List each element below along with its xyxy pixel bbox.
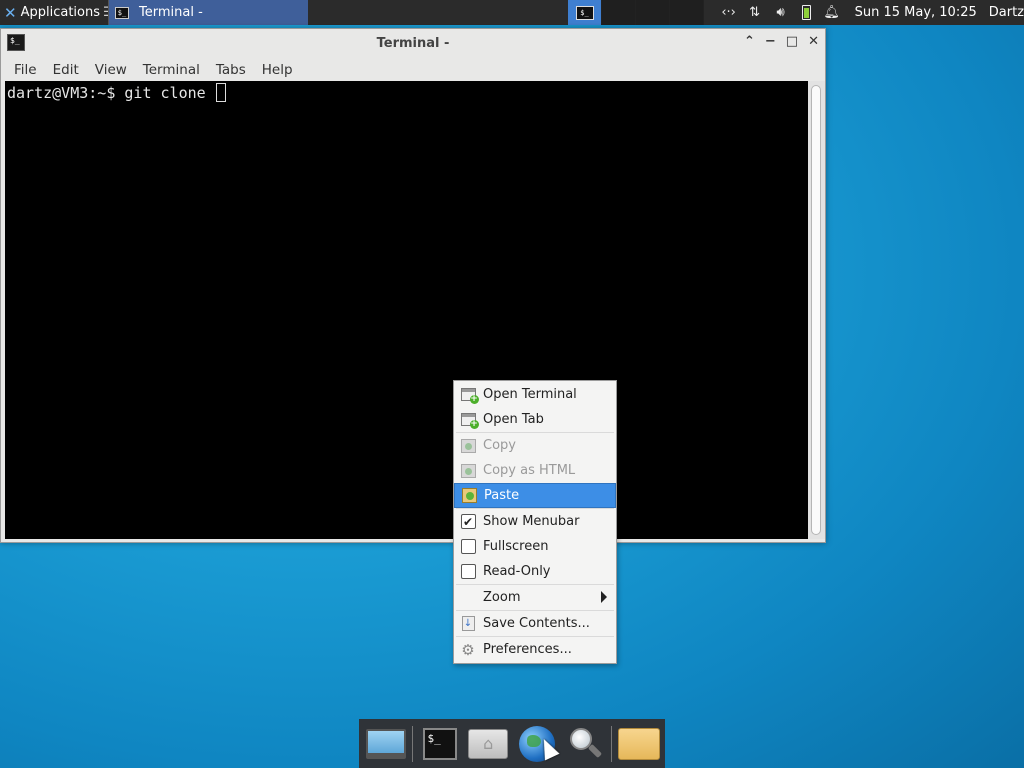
open-tab-icon: + [460,412,479,429]
menu-terminal[interactable]: Terminal [135,62,208,78]
copy-icon [460,438,476,454]
menubar: File Edit View Terminal Tabs Help [1,57,825,83]
menu-item-label: Save Contents... [483,616,590,631]
volume-icon[interactable]: 🔊︎ [768,5,794,20]
checkbox-unchecked-icon [460,539,476,555]
menu-item-label: Copy [483,438,516,453]
search-icon [568,726,604,762]
menu-zoom[interactable]: Zoom [454,585,616,610]
battery-icon[interactable] [801,5,811,20]
window-controls: ⌃ − □ ✕ [744,34,819,49]
workspace-4[interactable] [670,0,704,25]
prompt-line: dartz@VM3:~$ git clone [7,84,215,102]
menu-fullscreen[interactable]: Fullscreen [454,534,616,559]
folder-icon [618,727,661,760]
menu-item-label: Zoom [483,590,521,605]
menu-show-menubar[interactable]: ✔ Show Menubar [454,509,616,534]
window-title: Terminal - [376,35,450,51]
close-button[interactable]: ✕ [808,34,819,49]
terminal-task-icon: $_ [115,6,129,19]
maximize-button[interactable]: □ [786,34,798,49]
copy-html-icon [460,463,476,479]
menu-item-label: Paste [484,488,520,503]
open-terminal-icon: + [460,387,479,404]
menu-item-label: Show Menubar [483,514,580,529]
menu-item-label: Preferences... [483,642,572,657]
menu-copy-as-html[interactable]: Copy as HTML [454,458,616,483]
menu-copy[interactable]: Copy [454,433,616,458]
menu-preferences[interactable]: ⚙ Preferences... [454,637,616,662]
menu-item-label: Open Terminal [483,387,577,402]
applications-label: Applications [20,5,100,20]
menu-item-label: Open Tab [483,412,544,427]
workspace-switcher: $_ [568,0,704,25]
save-icon: ↓ [460,616,476,632]
taskbar-terminal-button[interactable]: $_ Terminal - [108,0,308,25]
terminal-icon: $_ [422,727,457,760]
menu-open-terminal[interactable]: + Open Terminal [454,382,616,407]
menu-item-label: Copy as HTML [483,463,576,478]
checkbox-checked-icon: ✔ [460,514,476,530]
shade-button[interactable]: ⌃ [744,34,755,49]
context-menu: + Open Terminal + Open Tab Copy Copy as … [453,380,617,664]
workspace-window-thumb-icon: $_ [575,5,594,20]
workspace-3[interactable] [636,0,670,25]
home-folder-icon: ⌂ [468,728,509,759]
terminal-window: $_ Terminal - ⌃ − □ ✕ File Edit View Ter… [0,28,826,543]
terminal-launcher[interactable]: $_ [417,721,463,767]
dock: $_ ⌂ [359,719,665,768]
menu-tabs[interactable]: Tabs [208,62,254,78]
user-menu[interactable]: Dartz [989,5,1024,20]
home-folder-launcher[interactable]: ⌂ [465,721,511,767]
menu-file[interactable]: File [6,62,45,78]
scrollbar-thumb[interactable] [811,85,821,535]
vertical-scrollbar[interactable] [808,81,825,539]
dock-separator [411,725,413,762]
menu-paste[interactable]: Paste [454,483,616,508]
menu-item-label: Read-Only [483,564,551,579]
paste-icon [461,488,477,504]
workspace-2[interactable] [602,0,636,25]
menu-view[interactable]: View [87,62,135,78]
top-panel: ✕ Applications ☰ $_ Terminal - $_ ‹·› ⇅ … [0,0,1024,25]
text-cursor [215,83,226,102]
search-launcher[interactable] [563,721,609,767]
taskbar-terminal-label: Terminal - [139,5,203,20]
clock[interactable]: Sun 15 May, 10:25 [855,5,977,20]
transfer-arrows-icon[interactable]: ⇅ [742,5,768,20]
applications-menu-button[interactable]: ✕ Applications ☰ [0,0,108,25]
checkbox-unchecked-icon [460,564,476,580]
notification-bell-icon[interactable]: 🔔︎ [819,5,845,20]
xfce-logo-icon: ✕ [4,3,17,22]
submenu-arrow-icon [601,591,607,603]
show-desktop-icon [365,728,406,759]
menu-save-contents[interactable]: ↓ Save Contents... [454,611,616,636]
window-titlebar[interactable]: $_ Terminal - ⌃ − □ ✕ [1,29,825,57]
menu-edit[interactable]: Edit [45,62,87,78]
menu-open-tab[interactable]: + Open Tab [454,407,616,432]
system-tray: ‹·› ⇅ 🔊︎ 🔔︎ Sun 15 May, 10:25 Dartz [716,0,1024,25]
workspace-1[interactable]: $_ [568,0,602,25]
show-desktop-button[interactable] [363,721,409,767]
menu-item-label: Fullscreen [483,539,549,554]
terminal-output[interactable]: dartz@VM3:~$ git clone [5,81,808,539]
menu-help[interactable]: Help [254,62,301,78]
dock-separator [611,725,613,762]
minimize-button[interactable]: − [765,34,776,49]
folder-launcher[interactable] [616,721,662,767]
network-arrows-icon[interactable]: ‹·› [716,5,742,20]
gear-icon: ⚙ [461,640,475,659]
menu-read-only[interactable]: Read-Only [454,559,616,584]
